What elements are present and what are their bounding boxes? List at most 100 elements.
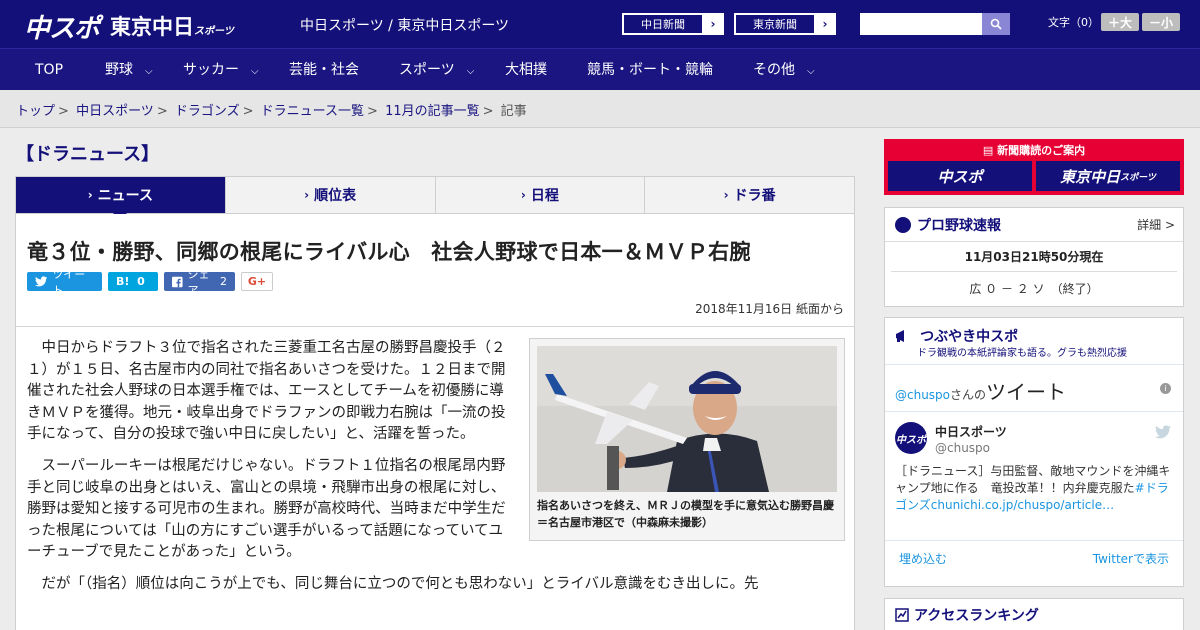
score-update-time: 11月03日21時50分現在 xyxy=(891,242,1177,272)
baseball-icon xyxy=(895,216,911,233)
font-smaller-button[interactable]: －小 xyxy=(1142,13,1180,31)
font-size-label: 文字（0） xyxy=(1048,16,1099,29)
breadcrumb-dragons[interactable]: ドラゴンズ xyxy=(175,104,240,119)
breadcrumb-chuspo[interactable]: 中日スポーツ xyxy=(76,104,154,119)
section-heading: 【ドラニュース】 xyxy=(16,144,160,165)
breadcrumb-sep: > xyxy=(242,104,254,119)
facebook-count: 2 xyxy=(220,275,227,288)
tweet-author-handle[interactable]: @chuspo xyxy=(935,441,990,455)
tab-standings[interactable]: › 順位表 xyxy=(226,177,436,213)
article-photo[interactable] xyxy=(537,346,837,492)
baseball-details-link[interactable]: 詳細 > xyxy=(1137,216,1175,233)
nav-item-sumo[interactable]: 大相撲 xyxy=(505,49,547,91)
nav-item-sports[interactable]: スポーツ ⌵ xyxy=(399,49,474,91)
tab-label: 順位表 xyxy=(314,188,357,204)
twitter-embed-header: @chuspoさんのツイート xyxy=(895,376,1066,405)
chevron-down-icon: ⌵ xyxy=(807,66,815,77)
search-input[interactable] xyxy=(860,13,982,35)
tab-label: 日程 xyxy=(530,188,559,204)
site-title[interactable]: 中日スポーツ / 東京中日スポーツ xyxy=(300,15,509,35)
breadcrumb-current: 記事 xyxy=(500,104,527,119)
facebook-icon xyxy=(172,276,183,287)
view-on-twitter-link[interactable]: Twitterで表示 xyxy=(1093,550,1169,567)
chevron-down-icon: ⌵ xyxy=(145,66,153,77)
nav-item-top[interactable]: TOP xyxy=(35,49,63,91)
twitter-user-link[interactable]: @chuspo xyxy=(895,388,950,402)
nav-item-baseball[interactable]: 野球 ⌵ xyxy=(105,49,153,91)
game-score[interactable]: 広 ０ － ２ ソ （終了） xyxy=(885,272,1183,305)
nav-item-label: 競馬・ボート・競輪 xyxy=(587,62,713,78)
nav-item-label: 野球 xyxy=(105,62,133,78)
tab-schedule[interactable]: › 日程 xyxy=(436,177,646,213)
photo-caption: 指名あいさつを終え、ＭＲＪの模型を手に意気込む勝野昌慶＝名古屋市港区で（中森麻未… xyxy=(537,499,834,529)
search-button[interactable] xyxy=(982,13,1010,35)
article-title: 竜３位・勝野、同郷の根尾にライバル心 社会人野球で日本一＆ＭＶＰ右腕 xyxy=(27,240,751,264)
tweet-url-link[interactable]: chunichi.co.jp/chuspo/article… xyxy=(931,498,1114,512)
chevron-right-icon: › xyxy=(520,188,526,202)
tokyo-chunichi-logo[interactable]: 東京中日スポーツ xyxy=(110,11,234,41)
nav-item-label: その他 xyxy=(753,62,795,78)
breadcrumb-sep: > xyxy=(482,104,494,119)
facebook-share-button[interactable]: シェア 2 xyxy=(164,268,235,297)
chevron-right-icon: › xyxy=(304,188,310,202)
nav-item-label: 芸能・社会 xyxy=(289,62,359,78)
google-plus-button[interactable]: G+ xyxy=(241,272,273,291)
twitter-divider xyxy=(885,411,1183,412)
chevron-right-icon: › xyxy=(710,17,716,31)
tweets-widget-subtitle: ドラ観戦の本紙評論家も語る。グラも熱烈応援 xyxy=(917,348,1127,359)
chevron-right-icon: › xyxy=(87,188,93,202)
breadcrumb-dra-news-list[interactable]: ドラニュース一覧 xyxy=(261,104,364,119)
tweet-author-name[interactable]: 中日スポーツ xyxy=(935,423,1007,440)
twitter-embed-footer: 埋め込む Twitterで表示 xyxy=(885,540,1183,574)
tweet-button[interactable]: ツイート xyxy=(27,268,102,297)
access-ranking-widget: アクセスランキング xyxy=(884,598,1184,630)
nav-item-soccer[interactable]: サッカー ⌵ xyxy=(183,49,259,91)
ranking-widget-header: アクセスランキング xyxy=(885,599,1183,630)
avatar[interactable]: 中スポ xyxy=(895,422,927,454)
breadcrumb-sep: > xyxy=(367,104,378,119)
tweet-text: ［ドラニュース］与田監督、敵地マウンドを沖縄キャンプ地に作る 竜投改革！！内弁慶… xyxy=(895,463,1177,514)
breadcrumb-top[interactable]: トップ xyxy=(16,104,55,119)
subscribe-tokyo-button[interactable]: 東京中日 スポーツ xyxy=(1036,161,1180,191)
tweets-title-row: つぶやき中スポ xyxy=(895,326,1173,346)
tab-dra-ban[interactable]: › ドラ番 xyxy=(645,177,854,213)
chuspo-logo[interactable]: 中スポ xyxy=(24,8,100,45)
baseball-widget-header: プロ野球速報 詳細 > xyxy=(885,208,1183,242)
embed-link[interactable]: 埋め込む xyxy=(899,550,947,567)
twitter-tweets-word: ツイート xyxy=(986,380,1067,404)
nav-item-entertainment[interactable]: 芸能・社会 xyxy=(289,49,359,91)
article-divider xyxy=(16,326,854,327)
baseball-widget-title: プロ野球速報 xyxy=(917,217,1001,234)
article: 竜３位・勝野、同郷の根尾にライバル心 社会人野球で日本一＆ＭＶＰ右腕 ツイート … xyxy=(15,214,855,630)
subscribe-chuspo-label: 中スポ xyxy=(890,163,1030,189)
chevron-right-icon: › xyxy=(723,188,729,202)
tokyo-logo-sub: スポーツ xyxy=(194,26,234,37)
subscribe-title: ▤ 新聞購読のご案内 xyxy=(884,142,1184,158)
tokyo-logo-main: 東京中日 xyxy=(110,15,194,39)
nav-item-other[interactable]: その他 ⌵ xyxy=(753,49,815,91)
twitter-bird-icon[interactable] xyxy=(1155,425,1171,439)
chevron-right-icon: › xyxy=(822,17,828,31)
twitter-embed: @chuspoさんのツイート i 中スポ 中日スポーツ @chuspo ［ドラニ… xyxy=(885,364,1183,538)
tab-news[interactable]: › ニュース xyxy=(16,177,226,220)
subscribe-chuspo-button[interactable]: 中スポ xyxy=(888,161,1032,191)
tweet-label: ツイート xyxy=(52,267,86,297)
info-icon[interactable]: i xyxy=(1160,383,1171,394)
article-body: 指名あいさつを終え、ＭＲＪの模型を手に意気込む勝野昌慶＝名古屋市港区で（中森麻未… xyxy=(27,338,845,606)
site-header: 中スポ 東京中日スポーツ 中日スポーツ / 東京中日スポーツ 中日新聞 › 東京… xyxy=(0,0,1200,48)
facebook-label: シェア xyxy=(187,267,210,297)
baseball-score-widget: プロ野球速報 詳細 > 11月03日21時50分現在 広 ０ － ２ ソ （終了… xyxy=(884,207,1184,307)
breadcrumb-november-list[interactable]: 11月の記事一覧 xyxy=(385,104,480,119)
subscribe-tokyo-main: 東京中日 xyxy=(1060,167,1121,186)
ranking-widget-title: アクセスランキング xyxy=(914,608,1039,624)
chunichi-shimbun-link[interactable]: 中日新聞 › xyxy=(622,13,724,35)
nav-item-racing[interactable]: 競馬・ボート・競輪 xyxy=(587,49,713,91)
tokyo-shimbun-link[interactable]: 東京新聞 › xyxy=(734,13,836,35)
chunichi-shimbun-label: 中日新聞 xyxy=(623,14,703,34)
subscribe-tokyo-sub: スポーツ xyxy=(1120,172,1156,183)
tokyo-shimbun-label: 東京新聞 xyxy=(735,14,815,34)
font-larger-button[interactable]: ＋大 xyxy=(1101,13,1139,31)
tweets-widget-header: つぶやき中スポ ドラ観戦の本紙評論家も語る。グラも熱烈応援 xyxy=(885,318,1183,364)
subscribe-tokyo-label: 東京中日 スポーツ xyxy=(1038,163,1178,189)
hatena-bookmark-button[interactable]: B! 0 xyxy=(108,272,158,291)
